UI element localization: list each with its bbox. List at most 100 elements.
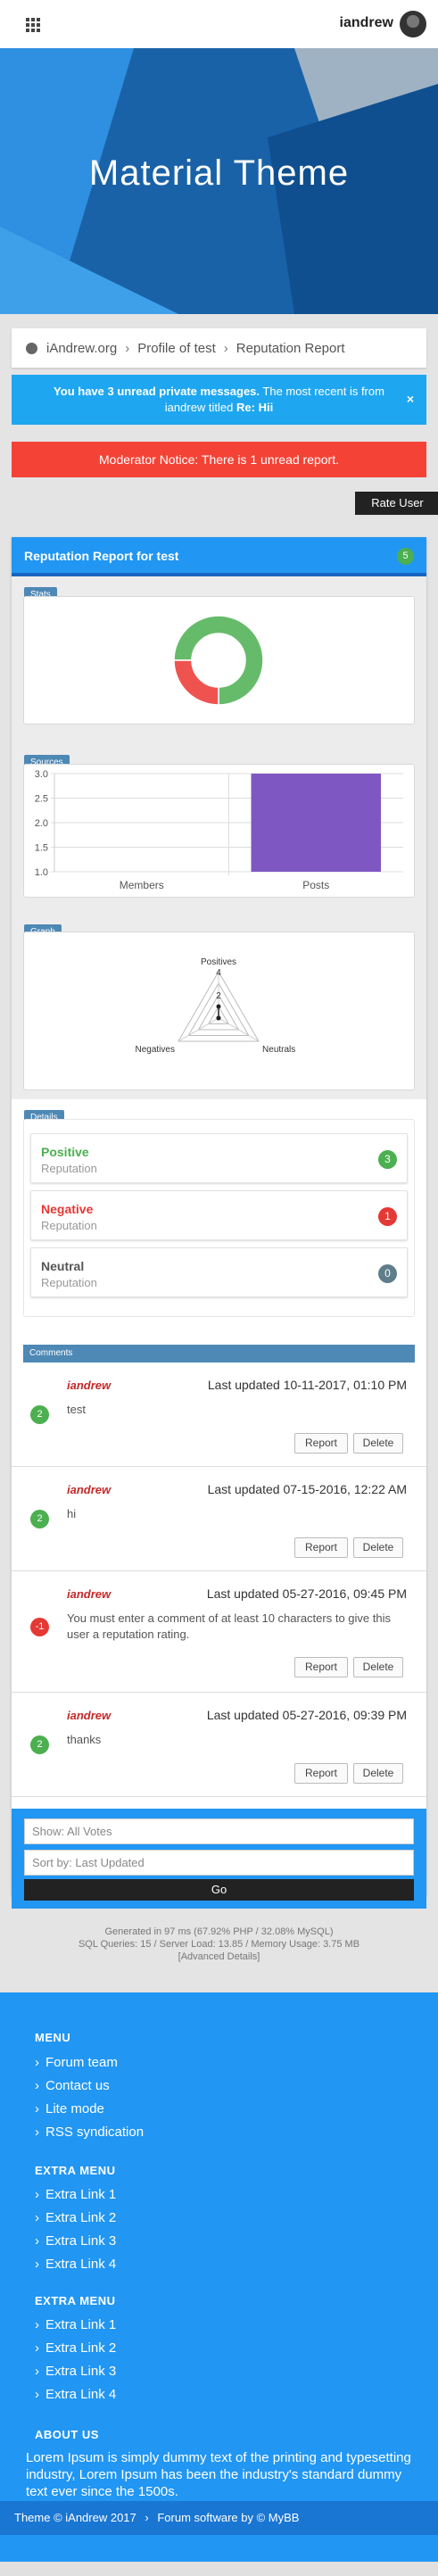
footer-link-rss[interactable]: RSS syndication (35, 2125, 144, 2140)
comment-date: Last updated 07-15-2016, 12:22 AM (207, 1482, 407, 1496)
footer-link-forum-team[interactable]: Forum team (35, 2055, 118, 2070)
comment-item: -1 iandrew Last updated 05-27-2016, 09:4… (12, 1571, 426, 1693)
comment-author[interactable]: iandrew (67, 1483, 111, 1496)
comments-header: Comments (23, 1345, 415, 1363)
chevron-right-icon: › (223, 340, 228, 356)
y-tick-label: 1.5 (35, 843, 48, 854)
delete-button[interactable]: Delete (353, 1657, 403, 1677)
neutral-label: Neutral (41, 1259, 85, 1273)
radar-chart: 4 2 Positives Neutrals Negatives (135, 957, 295, 1055)
comment-author[interactable]: iandrew (67, 1379, 111, 1392)
panel-header: Reputation Report for test 5 (12, 537, 426, 576)
theme-credit[interactable]: Theme © iAndrew 2017 (14, 2511, 136, 2524)
report-button[interactable]: Report (294, 1763, 348, 1784)
positive-label: Positive (41, 1145, 89, 1159)
close-icon[interactable]: × (407, 391, 414, 407)
y-tick-label: 2.0 (35, 818, 48, 829)
comment-date: Last updated 05-27-2016, 09:45 PM (206, 1586, 407, 1601)
graph-box: 4 2 Positives Neutrals Negatives (23, 932, 415, 1090)
comment-item: 2 iandrew Last updated 07-15-2016, 12:22… (12, 1467, 426, 1571)
advanced-details-link[interactable]: [Advanced Details] (0, 1951, 438, 1963)
footer-bottom-bar: Theme © iAndrew 2017 › Forum software by… (0, 2501, 438, 2535)
positive-count: 3 (378, 1150, 397, 1169)
extra-link-1[interactable]: Extra Link 1 (35, 2187, 116, 2202)
menu-heading: MENU (35, 2031, 71, 2044)
report-button[interactable]: Report (294, 1433, 348, 1454)
pm-subject-link[interactable]: Re: Hii (236, 401, 273, 414)
bar-chart: 3.0 2.5 2.0 1.5 1.0 Members Posts (35, 769, 403, 891)
y-tick-label: 3.0 (35, 769, 48, 780)
show-votes-select[interactable]: Show: All Votes (24, 1818, 414, 1844)
reputation-panel: Reputation Report for test 5 Stats Sourc… (12, 537, 426, 1896)
graph-section: Graph 42PositivesNeutralsNegatives (12, 912, 426, 1099)
neutral-card: Neutral Reputation 0 (30, 1247, 408, 1297)
filter-bar: Show: All Votes Sort by: Last Updated Go (12, 1809, 426, 1909)
breadcrumb-current: Reputation Report (236, 340, 345, 356)
about-heading: ABOUT US (35, 2428, 99, 2441)
extra-link-2[interactable]: Extra Link 2 (35, 2340, 116, 2356)
footer-link-lite-mode[interactable]: Lite mode (35, 2101, 104, 2116)
software-credit[interactable]: Forum software by © MyBB (157, 2511, 299, 2524)
footer-link-contact[interactable]: Contact us (35, 2078, 110, 2093)
delete-button[interactable]: Delete (353, 1763, 403, 1784)
comment-author[interactable]: iandrew (67, 1587, 111, 1601)
comment-text: thanks (67, 1733, 102, 1746)
negative-label: Negative (41, 1202, 94, 1216)
comment-text: hi (67, 1507, 77, 1520)
score-badge: 2 (30, 1510, 49, 1528)
comment-date: Last updated 05-27-2016, 09:39 PM (206, 1708, 407, 1722)
pm-notice: You have 3 unread private messages. The … (12, 375, 426, 425)
positive-card: Positive Reputation 3 (30, 1133, 408, 1183)
radar-axis-label: Positives (201, 957, 236, 967)
delete-button[interactable]: Delete (353, 1433, 403, 1454)
x-tick-label: Members (120, 879, 164, 891)
top-bar: iandrew (0, 0, 438, 48)
sources-box: 3.0 2.5 2.0 1.5 1.0 Members Posts (23, 764, 415, 898)
score-badge: -1 (30, 1618, 49, 1636)
extra-menu-heading-2: EXTRA MENU (35, 2294, 116, 2307)
extra-link-3[interactable]: Extra Link 3 (35, 2233, 116, 2249)
y-tick-label: 2.5 (35, 794, 48, 805)
comment-text: You must enter a comment of at least 10 … (67, 1611, 391, 1641)
extra-link-4[interactable]: Extra Link 4 (35, 2257, 116, 2272)
footer: MENU Forum team Contact us Lite mode RSS… (0, 1992, 438, 2576)
rate-user-button[interactable]: Rate User (355, 492, 438, 515)
details-section: Details Positive Reputation 3 Negative R… (12, 1099, 426, 1354)
y-tick-label: 1.0 (35, 867, 48, 878)
report-button[interactable]: Report (294, 1537, 348, 1558)
chevron-right-icon: › (145, 2511, 149, 2524)
extra-link-3[interactable]: Extra Link 3 (35, 2364, 116, 2379)
extra-link-4[interactable]: Extra Link 4 (35, 2387, 116, 2402)
neutral-count: 0 (378, 1264, 397, 1283)
radar-point (216, 1004, 221, 1009)
pie-chart (173, 615, 264, 706)
panel-title: Reputation Report for test (24, 549, 179, 563)
report-button[interactable]: Report (294, 1657, 348, 1677)
pm-count-text: You have 3 unread private messages. (54, 385, 260, 398)
go-button[interactable]: Go (24, 1879, 414, 1901)
score-badge: 2 (30, 1735, 49, 1754)
comment-text: test (67, 1403, 86, 1416)
breadcrumb-home[interactable]: iAndrew.org (46, 341, 117, 356)
sort-by-select[interactable]: Sort by: Last Updated (24, 1850, 414, 1876)
extra-menu-heading: EXTRA MENU (35, 2164, 116, 2177)
radar-axis-label: Neutrals (262, 1045, 295, 1055)
extra-link-1[interactable]: Extra Link 1 (35, 2317, 116, 2332)
username-link[interactable]: iandrew (340, 15, 393, 31)
comment-author[interactable]: iandrew (67, 1709, 111, 1722)
horizontal-scrollbar[interactable] (0, 2562, 438, 2576)
radar-tick-label: 4 (216, 968, 221, 978)
negative-count: 1 (378, 1207, 397, 1226)
delete-button[interactable]: Delete (353, 1537, 403, 1558)
hero-banner: Material Theme (0, 48, 438, 314)
radar-point (216, 1015, 221, 1021)
extra-link-2[interactable]: Extra Link 2 (35, 2210, 116, 2225)
apps-grid-icon[interactable] (26, 18, 40, 32)
breadcrumb: iAndrew.org › Profile of test › Reputati… (12, 328, 426, 368)
about-text: Lorem Ipsum is simply dummy text of the … (26, 2450, 411, 2499)
comment-item: 2 iandrew Last updated 05-27-2016, 09:39… (12, 1693, 426, 1797)
breadcrumb-profile[interactable]: Profile of test (137, 341, 216, 356)
avatar[interactable] (400, 11, 426, 37)
score-badge: 2 (30, 1405, 49, 1424)
moderator-notice[interactable]: Moderator Notice: There is 1 unread repo… (12, 442, 426, 477)
